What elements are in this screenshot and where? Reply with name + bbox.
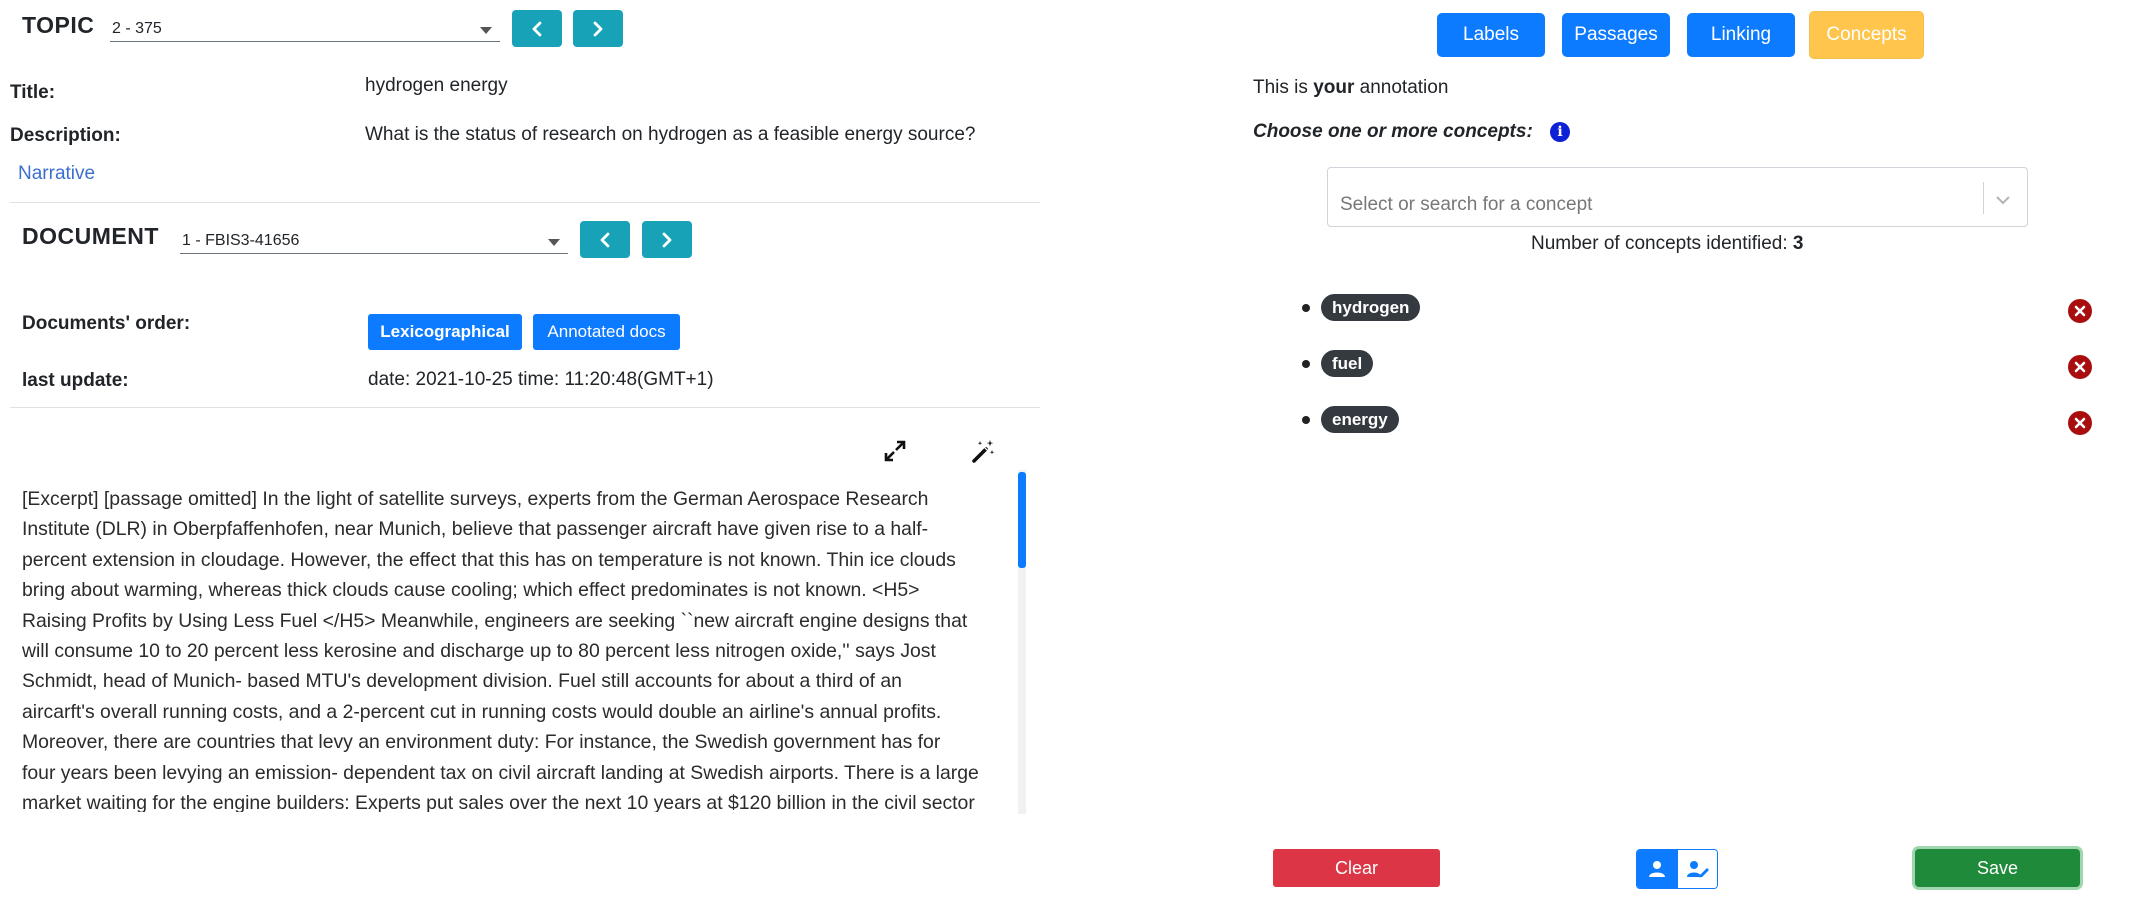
order-annotated-docs-button[interactable]: Annotated docs xyxy=(533,314,680,350)
concept-chip: energy xyxy=(1321,406,1399,433)
documents-order-label: Documents' order: xyxy=(22,313,191,334)
document-select-value: 1 - FBIS3-41656 xyxy=(182,232,300,249)
text-line: market waiting for the engine builders: … xyxy=(22,792,975,812)
topic-next-button[interactable] xyxy=(573,10,623,47)
document-prev-button[interactable] xyxy=(580,221,630,258)
tab-passages[interactable]: Passages xyxy=(1562,13,1670,57)
text-line: will consume 10 to 20 percent less keros… xyxy=(22,640,936,663)
scrollbar-thumb[interactable] xyxy=(1018,472,1026,568)
document-text: [Excerpt] [passage omitted] In the light… xyxy=(22,484,1018,812)
title-value: hydrogen energy xyxy=(365,75,508,96)
document-label: DOCUMENT xyxy=(22,223,159,249)
concept-chip: fuel xyxy=(1321,350,1374,377)
document-scrollbar[interactable] xyxy=(1018,470,1026,814)
text-line: Schmidt, head of Munich- based MTU's dev… xyxy=(22,670,902,693)
expand-icon[interactable] xyxy=(883,439,907,463)
chevron-left-icon xyxy=(600,232,610,247)
list-bullet xyxy=(1302,416,1310,424)
title-label: Title: xyxy=(10,82,56,103)
edit-annotation-toggle[interactable] xyxy=(1677,850,1717,888)
document-next-button[interactable] xyxy=(642,221,692,258)
annotation-view-toggle[interactable] xyxy=(1636,849,1718,889)
concept-search-input[interactable]: Select or search for a concept xyxy=(1340,194,1592,216)
remove-concept-icon[interactable] xyxy=(2068,411,2092,435)
remove-concept-icon[interactable] xyxy=(2068,355,2092,379)
info-icon[interactable]: i xyxy=(1550,122,1570,142)
save-button[interactable]: Save xyxy=(1915,849,2080,887)
topic-prev-button[interactable] xyxy=(512,10,562,47)
annotation-owner: This is your annotation xyxy=(1253,77,1448,99)
description-value: What is the status of research on hydrog… xyxy=(365,124,976,145)
select-separator xyxy=(1983,182,1984,214)
chevron-down-icon xyxy=(548,239,560,246)
tab-labels[interactable]: Labels xyxy=(1437,13,1545,57)
text-line: aircarft's overall running costs, and a … xyxy=(22,700,942,723)
concept-count-label: Number of concepts identified: xyxy=(1531,233,1793,254)
chevron-down-icon xyxy=(480,27,492,34)
chevron-right-icon xyxy=(662,232,672,247)
concept-count: Number of concepts identified: 3 xyxy=(1531,233,1804,255)
list-bullet xyxy=(1302,304,1310,312)
user-icon xyxy=(1649,861,1665,877)
last-update-label: last update: xyxy=(22,370,129,391)
tab-linking[interactable]: Linking xyxy=(1687,13,1795,57)
topic-select[interactable]: 2 - 375 xyxy=(110,16,500,42)
my-annotation-toggle[interactable] xyxy=(1637,850,1677,888)
concepts-prompt: Choose one or more concepts: xyxy=(1253,121,1533,142)
owner-prefix: This is xyxy=(1253,77,1314,98)
text-line: Institute (DLR) in Oberpfaffenhofen, nea… xyxy=(22,518,929,541)
concept-chip: hydrogen xyxy=(1321,294,1421,321)
clear-button[interactable]: Clear xyxy=(1273,849,1440,887)
last-update-value: date: 2021-10-25 time: 11:20:48(GMT+1) xyxy=(368,369,714,390)
user-edit-icon xyxy=(1686,861,1709,878)
tab-concepts[interactable]: Concepts xyxy=(1809,11,1924,59)
text-line: Moreover, there are countries that levy … xyxy=(22,731,941,754)
list-bullet xyxy=(1302,360,1310,368)
text-line: Raising Profits by Using Less Fuel </H5>… xyxy=(22,609,968,632)
chevron-right-icon xyxy=(593,21,603,36)
description-label: Description: xyxy=(10,125,121,146)
order-lexicographical-button[interactable]: Lexicographical xyxy=(368,314,522,350)
divider xyxy=(10,202,1040,203)
chevron-left-icon xyxy=(532,21,542,36)
concept-count-value: 3 xyxy=(1792,233,1804,254)
owner-bold: your xyxy=(1313,77,1355,98)
topic-select-value: 2 - 375 xyxy=(112,20,162,37)
remove-concept-icon[interactable] xyxy=(2068,299,2092,323)
text-line: four years been levying an emission- dep… xyxy=(22,761,979,784)
chevron-down-icon[interactable] xyxy=(1995,195,2011,205)
text-line: percent extension in cloudage. However, … xyxy=(22,548,956,571)
text-line: [Excerpt] [passage omitted] In the light… xyxy=(22,488,929,510)
concept-search-select[interactable]: Select or search for a concept xyxy=(1327,167,2028,227)
text-line: bring about warming, whereas thick cloud… xyxy=(22,579,920,602)
narrative-link[interactable]: Narrative xyxy=(18,163,95,185)
magic-wand-icon[interactable] xyxy=(971,438,997,464)
owner-suffix: annotation xyxy=(1354,77,1449,98)
document-select[interactable]: 1 - FBIS3-41656 xyxy=(180,228,568,254)
topic-label: TOPIC xyxy=(22,12,95,38)
divider xyxy=(10,407,1040,408)
